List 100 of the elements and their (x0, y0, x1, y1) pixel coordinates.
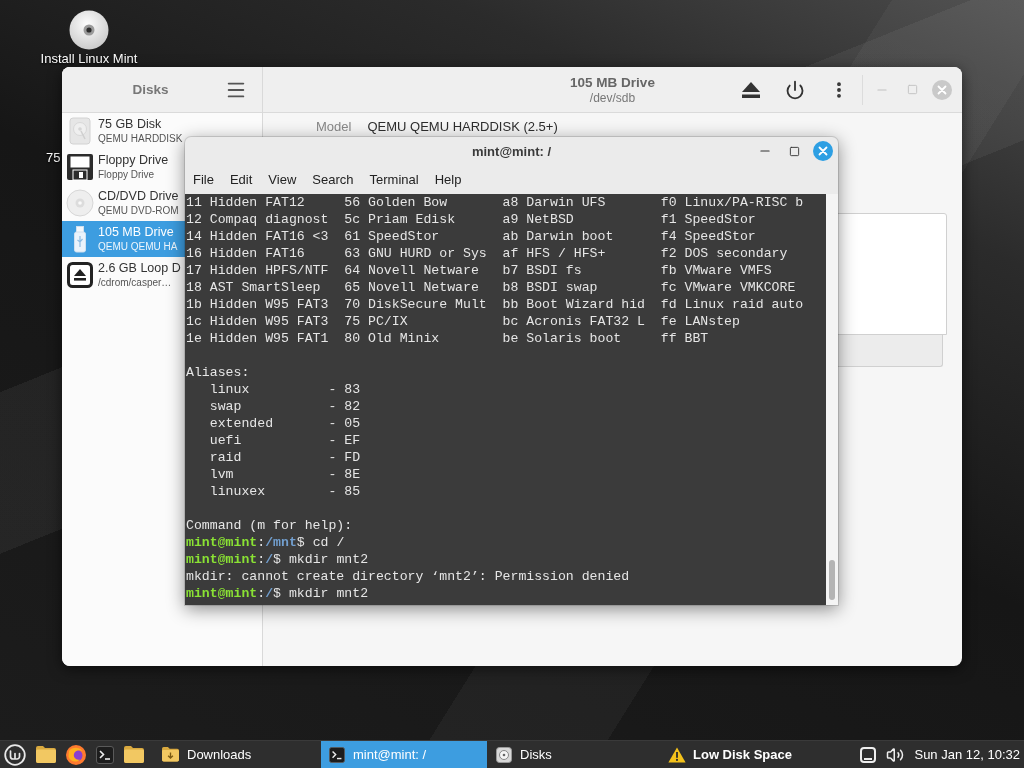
menu-item[interactable]: View (260, 165, 305, 194)
alias-name: lvm (209, 466, 234, 483)
partition-type-entry: fe LANstep (660, 313, 740, 330)
rounded-square-icon[interactable] (860, 746, 877, 763)
notification-button[interactable]: Low Disk Space (664, 741, 796, 768)
sidebar-title: Disks (132, 82, 169, 97)
partition-type-entry: 16 Hidden FAT16 (186, 245, 305, 262)
disc-icon[interactable] (69, 10, 109, 50)
partition-type-entry: 17 Hidden HPFS/NTF (186, 262, 329, 279)
drive-name: 75 GB Disk (98, 117, 162, 132)
eject-box-icon (66, 261, 94, 289)
prompt-line: mint@mint:/$ mkdir mnt2 (186, 585, 369, 602)
terminal-line: Command (m for help): (186, 517, 353, 534)
partition-type-entry: 75 PC/IX (344, 313, 408, 330)
partition-type-entry: 65 Novell Netware (344, 279, 479, 296)
menu-item[interactable]: Search (304, 165, 362, 194)
partition-type-entry: 70 DiskSecure Mult (344, 296, 487, 313)
partition-type-entry: 56 Golden Bow (344, 194, 448, 211)
alias-code: - 8E (328, 466, 361, 483)
alias-code: - 85 (328, 483, 361, 500)
maximize-icon[interactable] (788, 145, 800, 157)
prompt-line: mint@mint:/$ mkdir mnt2 (186, 551, 369, 568)
partition-type-entry: fc VMware VMKCORE (660, 279, 796, 296)
alias-code: - 82 (328, 398, 361, 415)
disc-icon (66, 189, 94, 217)
menu-item[interactable]: Help (426, 165, 470, 194)
drive-list-item[interactable]: CD/DVD Drive QEMU DVD-ROM (62, 185, 185, 221)
menu-item[interactable]: Edit (221, 165, 261, 194)
partition-type-entry: 18 AST SmartSleep (186, 279, 321, 296)
terminal-line: Aliases: (186, 364, 250, 381)
alias-code: - EF (328, 432, 361, 449)
alias-code: - 83 (328, 381, 361, 398)
model-value: QEMU QEMU HARDDISK (2.5+) (367, 119, 558, 135)
alias-name: linuxex (209, 483, 266, 500)
alias-name: extended (209, 415, 274, 432)
drive-name: Floppy Drive (98, 153, 169, 168)
partition-type-entry: bc Acronis FAT32 L (502, 313, 645, 330)
partition-type-entry: b8 BSDI swap (502, 279, 598, 296)
taskbar-window-button[interactable]: Disks (488, 741, 654, 768)
drive-detail: QEMU DVD-ROM (98, 204, 179, 217)
drive-list-item[interactable]: 75 GB Disk QEMU HARDDISK (62, 113, 185, 149)
drive-icon[interactable] (496, 746, 512, 763)
partition-type-entry: b7 BSDI fs (502, 262, 582, 279)
folder-icon[interactable] (124, 746, 144, 763)
alias-name: linux (209, 381, 250, 398)
power-icon[interactable] (785, 79, 805, 100)
partition-type-entry: 64 Novell Netware (344, 262, 479, 279)
drive-name: CD/DVD Drive (98, 189, 179, 204)
partition-type-entry: f4 SpeedStor (660, 228, 756, 245)
drive-name: 2.6 GB Loop D (98, 261, 181, 276)
drive-detail: Floppy Drive (98, 168, 155, 181)
partition-type-entry: 63 GNU HURD or Sys (344, 245, 487, 262)
folder-download-icon[interactable] (162, 747, 179, 762)
drive-detail: QEMU HARDDISK (98, 132, 183, 145)
partition-type-entry: f1 SpeedStor (660, 211, 756, 228)
partition-type-entry: 80 Old Minix (344, 330, 440, 347)
desktop-icon-label[interactable]: Install Linux Mint (40, 52, 138, 66)
partition-type-entry: ff BBT (660, 330, 709, 347)
taskbar-window-button[interactable]: Downloads (154, 741, 320, 768)
warning-icon[interactable] (668, 746, 686, 763)
scrollbar-thumb[interactable] (829, 560, 835, 600)
eject-icon[interactable] (742, 81, 760, 98)
desktop-icon-label[interactable]: 75 (46, 151, 61, 165)
partition-type-entry: af HFS / HFS+ (502, 245, 606, 262)
close-icon[interactable] (813, 141, 833, 161)
drive-subtitle: /dev/sdb (589, 90, 636, 105)
prompt-line: mint@mint:/mnt$ cd / (186, 534, 345, 551)
terminal-icon[interactable] (96, 745, 114, 764)
drive-detail: QEMU QEMU HA (98, 240, 178, 253)
partition-type-entry: 11 Hidden FAT12 (186, 194, 305, 211)
menu-item[interactable]: File (185, 165, 222, 194)
alias-name: swap (209, 398, 242, 415)
drive-name: 105 MB Drive (98, 225, 174, 240)
partition-type-entry: 1b Hidden W95 FAT3 (186, 296, 329, 313)
partition-type-entry: 61 SpeedStor (344, 228, 440, 245)
volume-icon[interactable] (886, 745, 905, 764)
drive-list-item[interactable]: 2.6 GB Loop D /cdrom/casper… (62, 257, 185, 293)
drive-detail: /cdrom/casper… (98, 276, 172, 289)
alias-code: - FD (328, 449, 361, 466)
model-label: Model (316, 119, 352, 135)
menu-item[interactable]: Terminal (361, 165, 427, 194)
alias-name: raid (209, 449, 242, 466)
partition-type-entry: 1e Hidden W95 FAT1 (186, 330, 329, 347)
terminal-line: mkdir: cannot create directory ‘mnt2’: Permission denied (186, 568, 630, 585)
partition-type-entry: 5c Priam Edisk (344, 211, 456, 228)
partition-type-entry: be Solaris boot (502, 330, 622, 347)
alias-code: - 05 (328, 415, 361, 432)
folder-icon[interactable] (36, 746, 56, 763)
clock: Sun Jan 12, 10:32 (914, 747, 1020, 762)
partition-type-entry: fb VMware VMFS (660, 262, 772, 279)
partition-type-entry: 12 Compaq diagnost (186, 211, 329, 228)
partition-type-entry: 1c Hidden W95 FAT3 (186, 313, 329, 330)
partition-type-entry: f0 Linux/PA-RISC b (660, 194, 804, 211)
drive-list-item[interactable]: Floppy Drive Floppy Drive (62, 149, 185, 185)
window-title: mint@mint: / (471, 143, 552, 159)
logo-icon[interactable] (4, 743, 26, 766)
partition-type-entry: a8 Darwin UFS (502, 194, 606, 211)
swirl-circle-icon[interactable] (66, 744, 86, 765)
terminal-icon[interactable] (329, 746, 345, 763)
partition-type-entry: ab Darwin boot (502, 228, 614, 245)
